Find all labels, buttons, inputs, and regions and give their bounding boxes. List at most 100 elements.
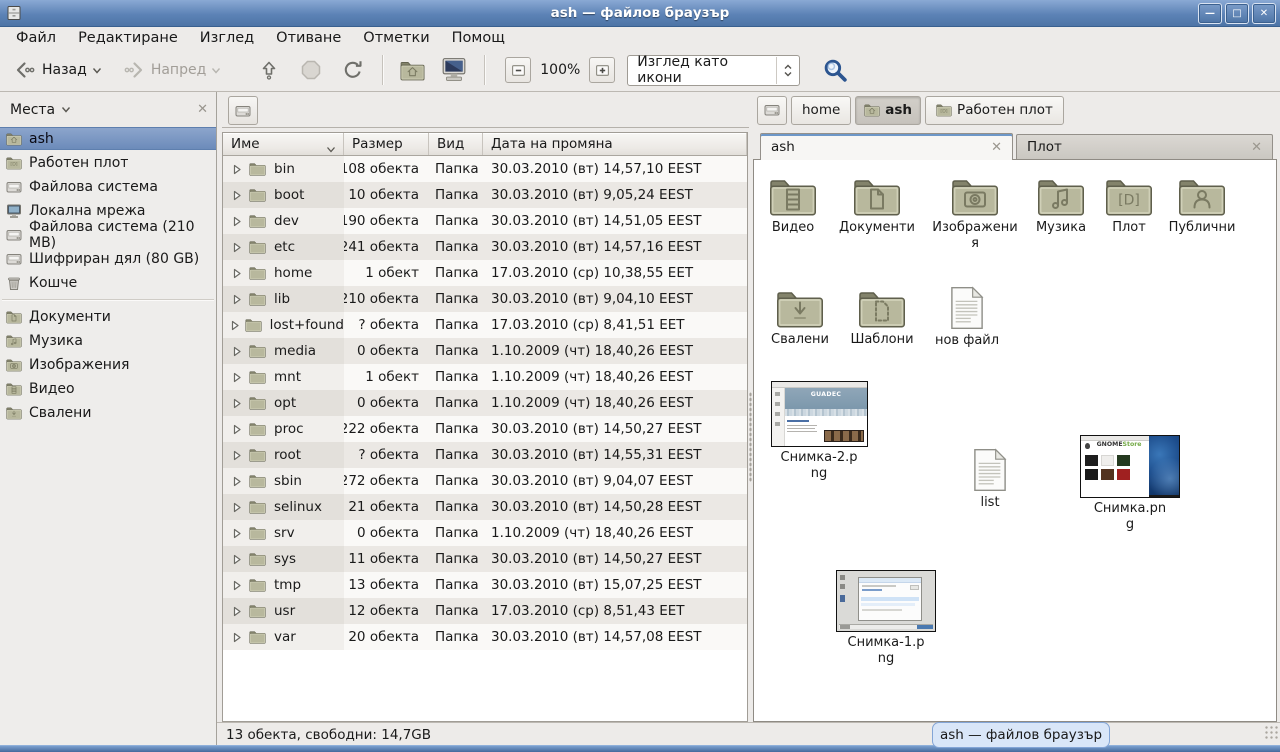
table-row-home[interactable]: home1 обектПапка17.03.2010 (ср) 10,38,55…: [223, 260, 747, 286]
column-header-size[interactable]: Размер: [344, 133, 429, 155]
expander-icon[interactable]: [229, 528, 245, 539]
expander-icon[interactable]: [229, 554, 245, 565]
table-row-usr[interactable]: usr12 обектаПапка17.03.2010 (ср) 8,51,43…: [223, 598, 747, 624]
back-label: Назад: [42, 62, 87, 78]
sidebar-item-documents[interactable]: Документи: [0, 305, 216, 328]
column-header-name[interactable]: Име: [223, 133, 344, 155]
expander-icon[interactable]: [229, 242, 245, 253]
reload-button[interactable]: [334, 53, 372, 87]
up-button[interactable]: [250, 53, 288, 87]
icon-item-videos[interactable]: Видео: [749, 176, 837, 236]
icon-item-snimka-1[interactable]: Снимка-1.png: [834, 570, 938, 667]
spinner-icon[interactable]: [776, 57, 799, 84]
sidebar-item-downloads[interactable]: Свалени: [0, 401, 216, 424]
expander-icon[interactable]: [229, 346, 245, 357]
breadcrumb-desktop[interactable]: [D] Работен плот: [925, 96, 1064, 125]
icon-item-pictures[interactable]: Изображения: [931, 176, 1019, 252]
table-row-selinux[interactable]: selinux21 обектаПапка30.03.2010 (вт) 14,…: [223, 494, 747, 520]
view-mode-selector[interactable]: Изглед като икони: [627, 55, 800, 86]
menu-item-bookmarks[interactable]: Отметки: [352, 28, 440, 48]
sidebar-item-videos[interactable]: Видео: [0, 377, 216, 400]
tab-ash[interactable]: ash✕: [760, 133, 1013, 160]
column-header-date[interactable]: Дата на промяна: [483, 133, 747, 155]
menu-item-edit[interactable]: Редактиране: [67, 28, 189, 48]
menu-item-view[interactable]: Изглед: [189, 28, 265, 48]
icon-item-snimka-2[interactable]: GUADEC Снимка-2.png: [767, 381, 871, 482]
table-row-etc[interactable]: etc241 обектаПапка30.03.2010 (вт) 14,57,…: [223, 234, 747, 260]
table-row-srv[interactable]: srv0 обектаПапка1.10.2009 (чт) 18,40,26 …: [223, 520, 747, 546]
expander-icon[interactable]: [229, 268, 245, 279]
sidebar-item-volume-210mb[interactable]: Файлова система (210 MB): [0, 223, 216, 246]
back-button[interactable]: Назад: [6, 53, 109, 87]
sidebar-item-pictures[interactable]: Изображения: [0, 353, 216, 376]
menu-item-help[interactable]: Помощ: [441, 28, 516, 48]
expander-icon[interactable]: [229, 450, 245, 461]
table-row-lost+found[interactable]: lost+found? обектаПапка17.03.2010 (ср) 8…: [223, 312, 747, 338]
expander-icon[interactable]: [229, 294, 245, 305]
home-button[interactable]: [393, 53, 432, 87]
close-button[interactable]: ✕: [1252, 3, 1276, 24]
table-row-mnt[interactable]: mnt1 обектПапка1.10.2009 (чт) 18,40,26 E…: [223, 364, 747, 390]
breadcrumb-root[interactable]: [757, 96, 787, 125]
icon-item-public[interactable]: Публични: [1158, 176, 1246, 236]
expander-icon[interactable]: [229, 398, 245, 409]
table-row-sys[interactable]: sys11 обектаПапка30.03.2010 (вт) 14,50,2…: [223, 546, 747, 572]
sidebar-item-encrypted-80gb[interactable]: Шифриран дял (80 GB): [0, 247, 216, 270]
breadcrumb-home[interactable]: home: [791, 96, 851, 125]
icon-item-documents[interactable]: Документи: [833, 176, 921, 236]
expander-icon[interactable]: [229, 606, 245, 617]
table-row-media[interactable]: media0 обектаПапка1.10.2009 (чт) 18,40,2…: [223, 338, 747, 364]
places-close-button[interactable]: ✕: [197, 102, 208, 117]
tree-pane-root-button[interactable]: [228, 96, 258, 125]
expander-icon[interactable]: [229, 372, 245, 383]
sidebar-item-music[interactable]: Музика: [0, 329, 216, 352]
breadcrumb-ash[interactable]: ash: [855, 96, 921, 125]
icon-item-list[interactable]: list: [946, 448, 1034, 511]
table-row-boot[interactable]: boot10 обектаПапка30.03.2010 (вт) 9,05,2…: [223, 182, 747, 208]
sidebar-item-trash[interactable]: Кошче: [0, 271, 216, 294]
menu-item-file[interactable]: Файл: [5, 28, 67, 48]
zoom-out-button[interactable]: [505, 57, 531, 83]
expander-icon[interactable]: [229, 216, 245, 227]
table-row-var[interactable]: var20 обектаПапка30.03.2010 (вт) 14,57,0…: [223, 624, 747, 650]
expander-icon[interactable]: [229, 502, 245, 513]
table-row-proc[interactable]: proc222 обектаПапка30.03.2010 (вт) 14,50…: [223, 416, 747, 442]
icon-item-snimka[interactable]: GNOME Store Снимка.png: [1078, 435, 1182, 533]
expander-icon[interactable]: [229, 424, 245, 435]
expander-icon[interactable]: [229, 632, 245, 643]
back-dropdown-icon[interactable]: [92, 67, 102, 74]
tab-plot[interactable]: Плот✕: [1016, 134, 1273, 160]
icon-item-templates[interactable]: Шаблони: [838, 288, 926, 348]
icon-item-new-file[interactable]: нов файл: [923, 286, 1011, 349]
table-row-bin[interactable]: bin108 обектаПапка30.03.2010 (вт) 14,57,…: [223, 156, 747, 182]
maximize-button[interactable]: □: [1225, 3, 1249, 24]
places-selector[interactable]: Места: [10, 102, 71, 118]
computer-button[interactable]: [434, 53, 474, 87]
table-row-sbin[interactable]: sbin272 обектаПапка30.03.2010 (вт) 9,04,…: [223, 468, 747, 494]
table-row-root[interactable]: root? обектаПапка30.03.2010 (вт) 14,55,3…: [223, 442, 747, 468]
stop-button[interactable]: [292, 53, 330, 87]
expander-icon[interactable]: [229, 476, 245, 487]
sidebar-item-filesystem[interactable]: Файлова система: [0, 175, 216, 198]
zoom-in-button[interactable]: [589, 57, 615, 83]
column-header-type[interactable]: Вид: [429, 133, 483, 155]
forward-button[interactable]: Напред: [115, 53, 228, 87]
minimize-button[interactable]: —: [1198, 3, 1222, 24]
tab-close-icon[interactable]: ✕: [1251, 140, 1262, 155]
expander-icon[interactable]: [229, 190, 245, 201]
expander-icon[interactable]: [229, 320, 241, 331]
network-icon: [6, 203, 22, 219]
menu-item-go[interactable]: Отиване: [265, 28, 352, 48]
search-button[interactable]: [815, 53, 856, 87]
table-row-dev[interactable]: dev190 обектаПапка30.03.2010 (вт) 14,51,…: [223, 208, 747, 234]
tab-close-icon[interactable]: ✕: [991, 140, 1002, 155]
resize-grip-icon[interactable]: [1264, 725, 1278, 739]
expander-icon[interactable]: [229, 164, 245, 175]
table-row-tmp[interactable]: tmp13 обектаПапка30.03.2010 (вт) 15,07,2…: [223, 572, 747, 598]
icon-item-downloads[interactable]: Свалени: [756, 288, 844, 348]
table-row-lib[interactable]: lib210 обектаПапка30.03.2010 (вт) 9,04,1…: [223, 286, 747, 312]
sidebar-item-desktop[interactable]: [D] Работен плот: [0, 151, 216, 174]
table-row-opt[interactable]: opt0 обектаПапка1.10.2009 (чт) 18,40,26 …: [223, 390, 747, 416]
expander-icon[interactable]: [229, 580, 245, 591]
sidebar-item-home[interactable]: ash: [0, 127, 216, 150]
